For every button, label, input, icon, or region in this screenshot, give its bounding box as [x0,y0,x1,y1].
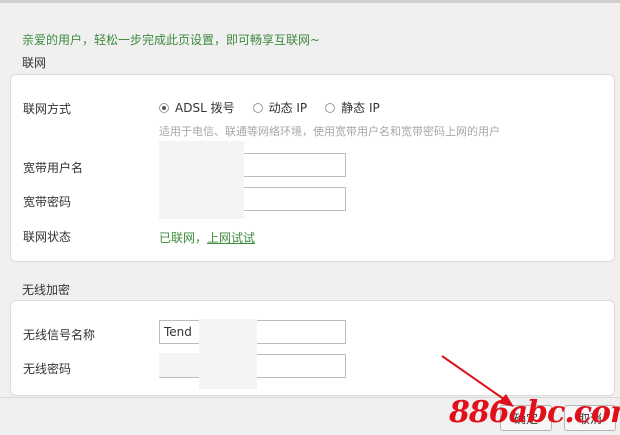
footer-divider [0,397,620,398]
intro-text: 亲爱的用户，轻松一步完成此页设置，即可畅享互联网~ [22,33,321,47]
connection-mode-label: 联网方式 [23,102,72,116]
section-title-wireless: 无线加密 [22,283,71,297]
redaction-blur-wireless-password [159,353,203,377]
test-internet-link[interactable]: 上网试试 [207,231,255,245]
wireless-password-label: 无线密码 [23,362,72,376]
confirm-button[interactable]: 确定 [500,405,552,431]
radio-static-ip-label: 静态 IP [341,101,380,115]
connection-mode-radio-group: ADSL 拨号 动态 IP 静态 IP [159,99,398,116]
wireless-settings-card: 无线信号名称 无线密码 [10,300,615,396]
wireless-ssid-label: 无线信号名称 [23,328,96,342]
radio-dynamic-ip-label: 动态 IP [268,101,308,115]
radio-adsl[interactable]: ADSL 拨号 [159,99,235,116]
redaction-blur-wireless [199,319,257,389]
section-title-internet: 联网 [22,56,47,70]
radio-dynamic-ip[interactable]: 动态 IP [252,99,308,116]
connection-mode-hint: 适用于电信、联通等网络环境，使用宽带用户名和宽带密码上网的用户 [159,125,500,138]
radio-adsl-indicator[interactable] [159,102,169,113]
redaction-blur [159,141,244,219]
radio-adsl-label: ADSL 拨号 [175,101,235,115]
radio-static-ip-indicator[interactable] [325,102,336,113]
radio-dynamic-ip-indicator[interactable] [252,102,263,113]
connection-status-text: 已联网， [159,231,208,245]
cancel-button[interactable]: 取消 [564,405,616,431]
top-border [0,0,620,3]
connection-status: 已联网，上网试试 [159,229,255,246]
internet-settings-card: 联网方式 ADSL 拨号 动态 IP 静态 IP 适用于电信、联通等网络环境，使… [10,74,615,262]
broadband-username-label: 宽带用户名 [23,161,84,175]
connection-status-label: 联网状态 [23,230,72,244]
radio-static-ip[interactable]: 静态 IP [325,99,380,116]
broadband-password-label: 宽带密码 [23,195,72,209]
